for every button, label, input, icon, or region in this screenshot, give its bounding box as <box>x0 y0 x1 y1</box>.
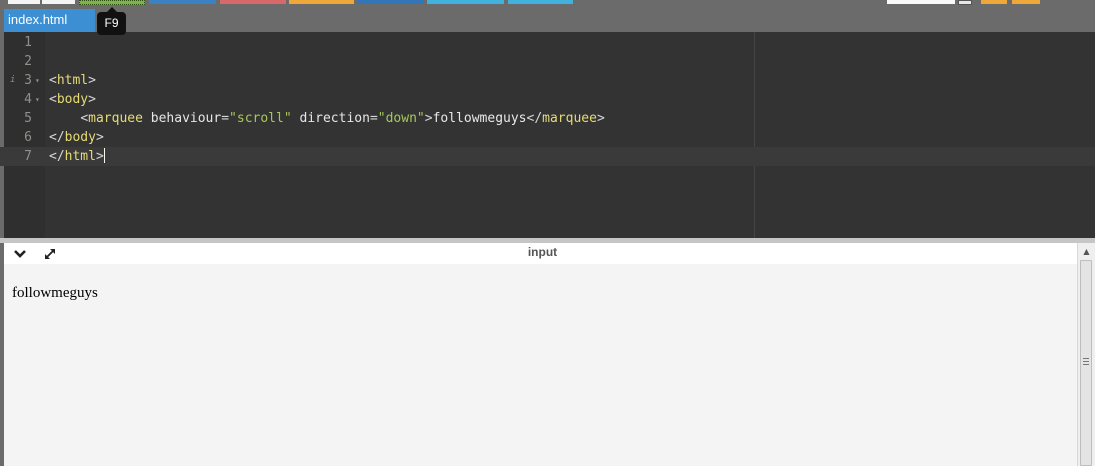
output-preview: followmeguys <box>0 264 1077 466</box>
code-token: body <box>56 92 89 107</box>
code-token: "scroll" <box>229 111 292 126</box>
code-token: < <box>80 111 89 126</box>
scroll-thumb[interactable] <box>1080 260 1092 466</box>
code-text: </body> <box>49 128 104 147</box>
code-token: marquee <box>88 111 143 126</box>
info-annotation-icon[interactable]: i <box>10 71 15 90</box>
code-text: <marquee behaviour="scroll" direction="d… <box>49 109 605 128</box>
toolbar-field[interactable] <box>887 0 955 4</box>
code-token: > <box>95 130 104 145</box>
preview-marquee-text: followmeguys <box>12 285 98 301</box>
code-line[interactable]: 3 i ▾ <html> <box>0 71 1095 90</box>
toolbar-button-gold-2[interactable] <box>1012 0 1040 4</box>
output-pane-header: input <box>0 243 1077 264</box>
line-number: 4 <box>24 92 32 107</box>
code-token: > <box>596 111 605 126</box>
code-line[interactable]: 1 <box>0 33 1095 52</box>
tab-label: index.html <box>8 12 68 27</box>
code-line[interactable]: 6 </body> <box>0 128 1095 147</box>
top-toolbar <box>0 0 1095 7</box>
code-line[interactable]: 7 </html> <box>0 147 1095 166</box>
toolbar-input-2[interactable] <box>42 0 75 4</box>
line-number: 2 <box>24 54 32 69</box>
code-token: > <box>88 92 96 107</box>
file-tab-bar: index.html <box>0 7 1095 32</box>
code-token: </ <box>49 149 65 164</box>
code-token: "down" <box>377 111 425 126</box>
code-editor[interactable]: 1 2 3 i ▾ <html> 4 ▾ <body> 5 <marquee behaviour=… <box>0 32 1095 238</box>
toolbar-button-red[interactable] <box>220 0 286 4</box>
code-token: </ <box>526 111 543 126</box>
toolbar-button-orange[interactable] <box>289 0 354 4</box>
code-playground: index.html F9 1 2 3 i ▾ <html> 4 ▾ <body> 5 <marq… <box>0 0 1095 466</box>
line-number: 5 <box>24 111 32 126</box>
code-text: <body> <box>49 90 96 109</box>
code-text: </html> <box>49 147 105 166</box>
code-token: html <box>56 73 89 88</box>
code-token: < <box>49 73 57 88</box>
line-number: 3 <box>24 73 32 88</box>
code-line[interactable]: 2 <box>0 52 1095 71</box>
line-number: 1 <box>24 35 32 50</box>
fold-toggle-icon[interactable]: ▾ <box>35 71 40 90</box>
scroll-up-arrow-icon[interactable]: ▲ <box>1078 243 1095 260</box>
run-shortcut-tooltip: F9 <box>97 7 126 35</box>
fold-toggle-icon[interactable]: ▾ <box>35 90 40 109</box>
code-text: <html> <box>49 71 96 90</box>
code-token: marquee <box>542 111 597 126</box>
code-token: body <box>64 130 96 145</box>
toolbar-button-cyan[interactable] <box>427 0 504 4</box>
run-button[interactable] <box>79 0 145 5</box>
output-scrollbar[interactable]: ▲ <box>1077 243 1095 466</box>
tooltip-label: F9 <box>104 16 119 30</box>
tab-index-html[interactable]: index.html <box>4 9 95 32</box>
code-token: > <box>95 149 104 164</box>
toolbar-button-blue[interactable] <box>149 0 216 4</box>
code-token: = <box>369 111 378 126</box>
line-number: 6 <box>24 130 32 145</box>
code-line[interactable]: 4 ▾ <body> <box>0 90 1095 109</box>
line-number: 7 <box>24 149 32 164</box>
toolbar-button-blue-2[interactable] <box>358 0 423 4</box>
output-pane-title: input <box>527 245 558 259</box>
code-line[interactable]: 5 <marquee behaviour="scroll" direction=… <box>0 109 1095 128</box>
text-cursor <box>103 148 105 163</box>
toolbar-button-gold[interactable] <box>981 0 1007 4</box>
code-token: behaviour <box>150 111 222 126</box>
scroll-grip-icon <box>1083 358 1089 365</box>
code-token: > <box>424 111 433 126</box>
code-token: < <box>49 92 57 107</box>
toolbar-input-1[interactable] <box>8 0 40 4</box>
code-token: > <box>88 73 96 88</box>
code-token: direction <box>299 111 370 126</box>
toolbar-button-cyan-2[interactable] <box>508 0 573 4</box>
code-token: followmeguys <box>432 111 527 126</box>
expand-arrows-icon[interactable] <box>42 246 58 262</box>
chevron-down-icon[interactable] <box>13 248 27 260</box>
code-token: = <box>221 111 230 126</box>
code-token: html <box>64 149 96 164</box>
code-token: </ <box>49 130 65 145</box>
toolbar-checkbox[interactable] <box>958 0 972 5</box>
